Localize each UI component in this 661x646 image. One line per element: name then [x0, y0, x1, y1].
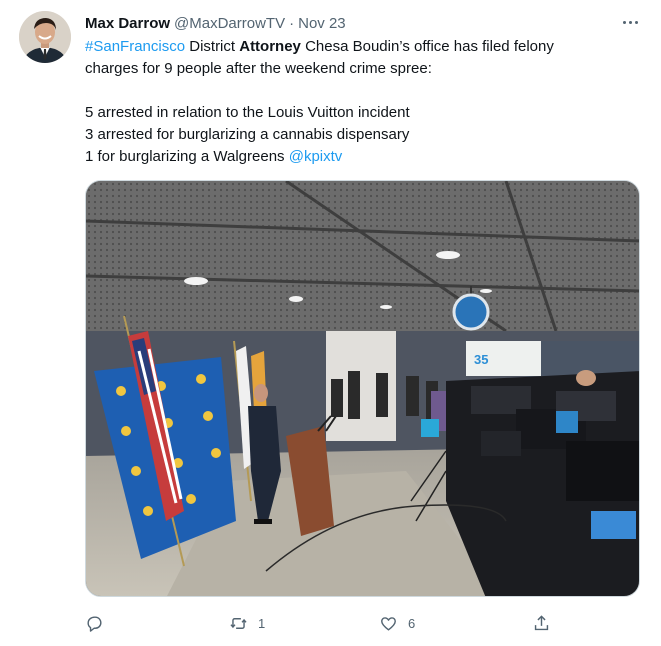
tweet-text: #SanFrancisco District Attorney Chesa Bo…	[85, 36, 645, 168]
text-item-2: 3 arrested for burglarizing a cannabis d…	[85, 126, 410, 143]
text-item-3: 1 for burglarizing a Walgreens @kpixtv	[85, 146, 645, 168]
author-name[interactable]: Max Darrow	[85, 15, 170, 32]
avatar-image	[19, 11, 71, 63]
like-count: 6	[408, 615, 416, 631]
text-bold-segment: Attorney	[239, 38, 301, 55]
text-segment: 1 for burglarizing a Walgreens	[85, 148, 289, 165]
press-conference-photo: 35	[86, 181, 639, 596]
text-segment: District	[185, 38, 240, 55]
more-icon[interactable]	[619, 12, 641, 32]
hashtag-link[interactable]: #SanFrancisco	[85, 38, 185, 55]
tweet-date[interactable]: Nov 23	[298, 15, 346, 32]
text-segment: Chesa Boudin’s office has filed felony	[300, 38, 554, 55]
share-button[interactable]	[532, 610, 561, 636]
retweet-count: 1	[258, 615, 266, 631]
tweet: Max Darrow @MaxDarrowTV · Nov 23 #SanFra…	[0, 0, 661, 646]
mention-link[interactable]: @kpixtv	[289, 148, 343, 165]
reply-button[interactable]	[85, 610, 114, 636]
tweet-photo[interactable]: 35	[85, 180, 640, 597]
tweet-actions: 1 6	[85, 610, 555, 636]
like-icon	[381, 616, 396, 631]
author-handle[interactable]: @MaxDarrowTV	[174, 15, 285, 32]
like-button[interactable]: 6	[379, 610, 415, 636]
text-item-1: 5 arrested in relation to the Louis Vuit…	[85, 104, 410, 121]
retweet-button[interactable]: 1	[229, 610, 265, 636]
tweet-header: Max Darrow @MaxDarrowTV · Nov 23	[85, 13, 346, 33]
text-line-2: charges for 9 people after the weekend c…	[85, 60, 432, 77]
retweet-icon	[230, 617, 247, 629]
text-line-1: #SanFrancisco District Attorney Chesa Bo…	[85, 36, 645, 58]
avatar[interactable]	[19, 11, 71, 63]
separator: ·	[289, 14, 295, 32]
share-icon	[534, 614, 549, 630]
reply-icon	[87, 615, 102, 632]
banner-text: 35	[474, 352, 488, 367]
